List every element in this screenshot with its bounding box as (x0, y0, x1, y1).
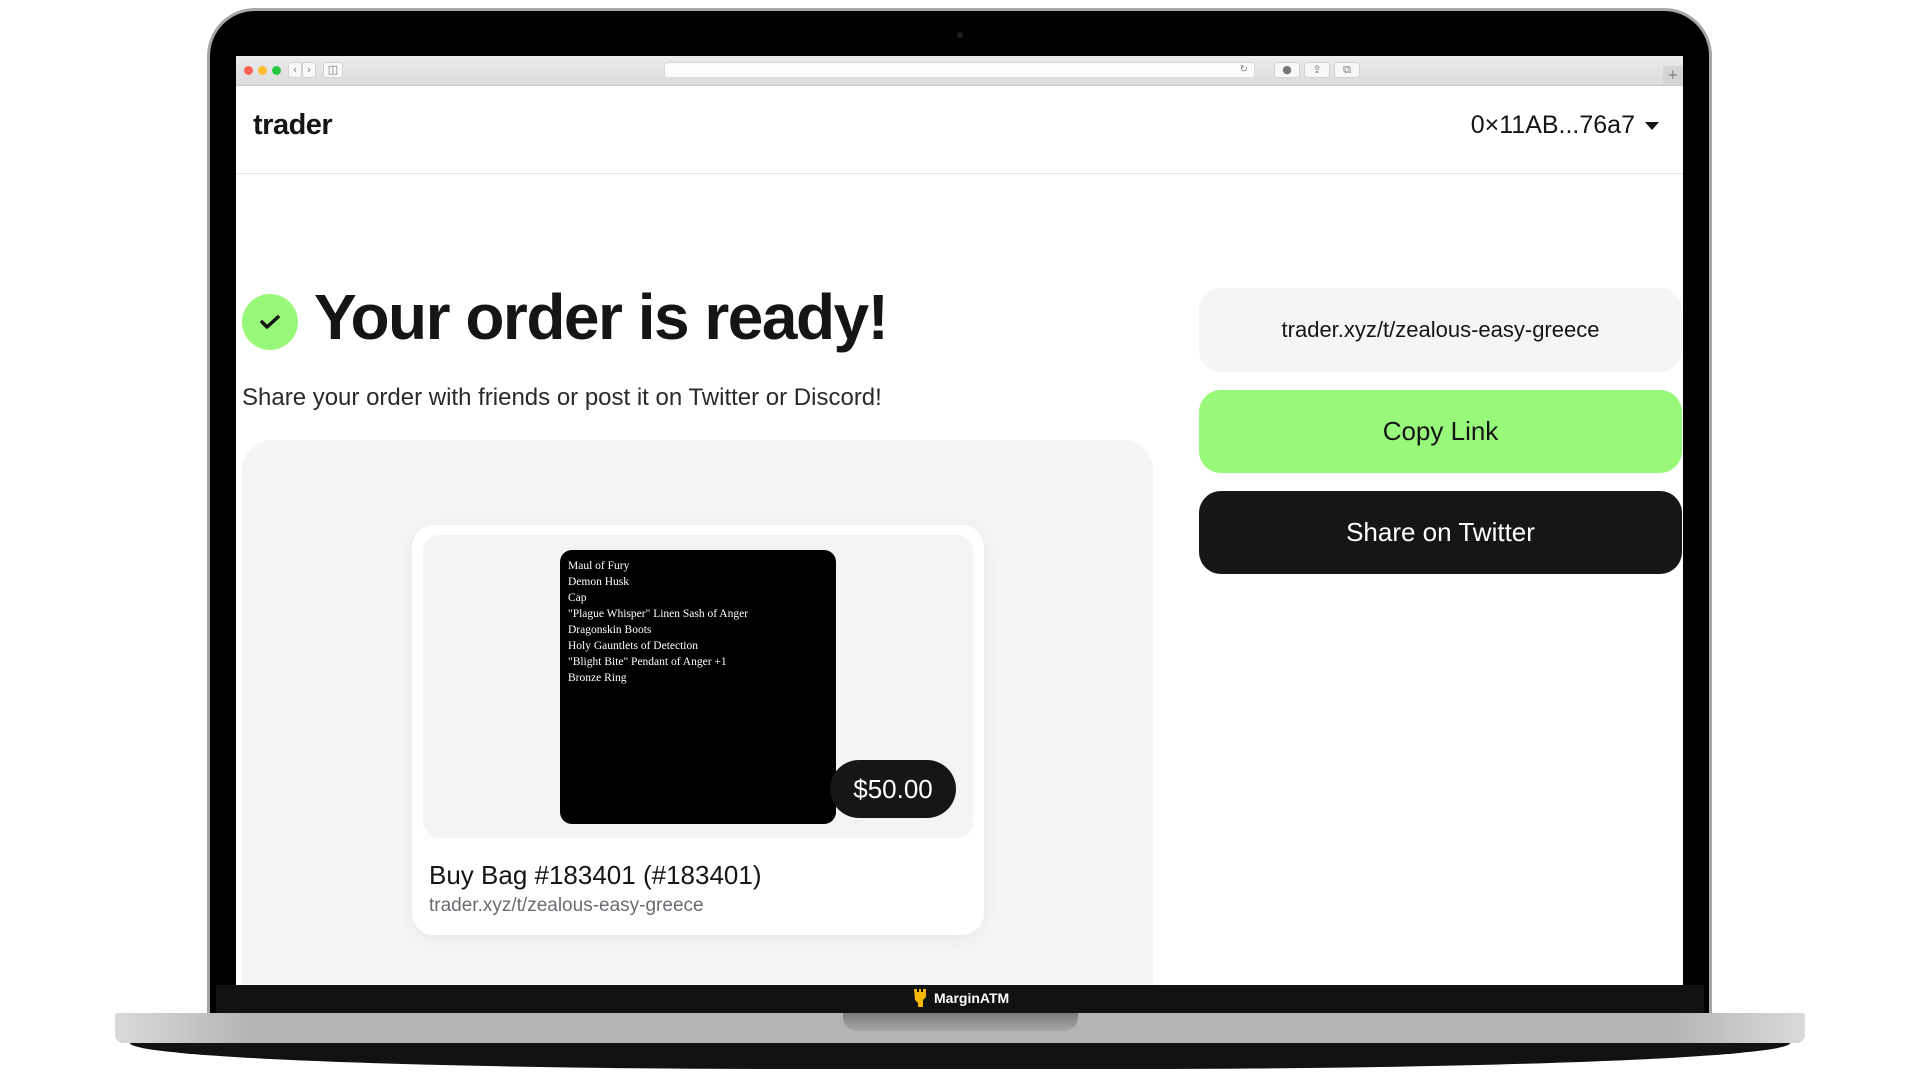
close-window-button[interactable] (244, 66, 253, 75)
tabs-overview-button[interactable]: ⧉ (1334, 62, 1360, 78)
order-title: Buy Bag #183401 (#183401) (429, 860, 762, 890)
bag-item: Demon Husk (568, 576, 630, 588)
bag-item: Bronze Ring (568, 672, 627, 684)
tabs-icon: ⧉ (1343, 63, 1351, 76)
browser-toolbar: ‹ › ◫ ↻ ● ⇪ ⧉ + (236, 56, 1683, 86)
order-preview-panel: Maul of Fury Demon Husk Cap "Plague Whis… (242, 440, 1153, 985)
wallet-dropdown[interactable]: 0×11AB...76a7 (1471, 111, 1659, 140)
castle-icon (914, 989, 926, 1007)
forward-button[interactable]: › (302, 62, 316, 78)
page-subtitle: Share your order with friends or post it… (242, 384, 882, 411)
minimize-window-button[interactable] (258, 66, 267, 75)
share-page-button[interactable]: ⇪ (1304, 62, 1330, 78)
order-image-area: Maul of Fury Demon Husk Cap "Plague Whis… (423, 535, 973, 838)
address-bar[interactable]: ↻ (664, 62, 1255, 78)
download-button[interactable]: ● (1274, 62, 1300, 78)
sidebar-icon: ◫ (327, 63, 339, 76)
brand-name: MarginATM (934, 990, 1010, 1006)
order-url[interactable]: trader.xyz/t/zealous-easy-greece (429, 895, 704, 917)
chevron-left-icon: ‹ (292, 63, 298, 76)
back-button[interactable]: ‹ (288, 62, 302, 78)
dock-brand: MarginATM (913, 989, 1009, 1007)
chevron-right-icon: › (306, 63, 312, 76)
camera (957, 32, 963, 38)
download-icon: ● (1282, 63, 1292, 76)
laptop-underside (130, 1043, 1790, 1069)
logo[interactable]: trader (253, 109, 333, 142)
site-header: trader 0×11AB...76a7 (236, 85, 1683, 174)
bag-item: Dragonskin Boots (568, 624, 652, 636)
sidebar-button[interactable]: ◫ (323, 62, 343, 78)
new-tab-button[interactable]: + (1663, 66, 1683, 85)
laptop-notch (843, 1013, 1078, 1031)
caret-down-icon (1645, 121, 1659, 130)
wallet-address: 0×11AB...76a7 (1470, 111, 1635, 139)
share-twitter-button[interactable]: Share on Twitter (1199, 491, 1682, 574)
share-link-field[interactable]: trader.xyz/t/zealous-easy-greece (1199, 288, 1682, 372)
share-icon: ⇪ (1312, 63, 1322, 76)
bag-item: Cap (568, 592, 587, 604)
price-badge: $50.00 (830, 760, 956, 818)
order-card[interactable]: Maul of Fury Demon Husk Cap "Plague Whis… (412, 525, 984, 935)
reload-icon[interactable]: ↻ (1240, 63, 1248, 77)
browser-window: ‹ › ◫ ↻ ● ⇪ ⧉ + trader 0×11AB...76a7 You… (236, 56, 1683, 985)
bag-image: Maul of Fury Demon Husk Cap "Plague Whis… (560, 550, 836, 824)
bag-item: Maul of Fury (568, 560, 630, 572)
bag-item: "Blight Bite" Pendant of Anger +1 (568, 656, 727, 668)
bag-item: Holy Gauntlets of Detection (568, 640, 698, 652)
copy-link-button[interactable]: Copy Link (1199, 390, 1682, 473)
share-panel: trader.xyz/t/zealous-easy-greece Copy Li… (1199, 288, 1682, 574)
page-title: Your order is ready! (314, 281, 889, 353)
maximize-window-button[interactable] (272, 66, 281, 75)
bag-item: "Plague Whisper" Linen Sash of Anger (568, 608, 749, 620)
success-check-icon (242, 294, 298, 350)
